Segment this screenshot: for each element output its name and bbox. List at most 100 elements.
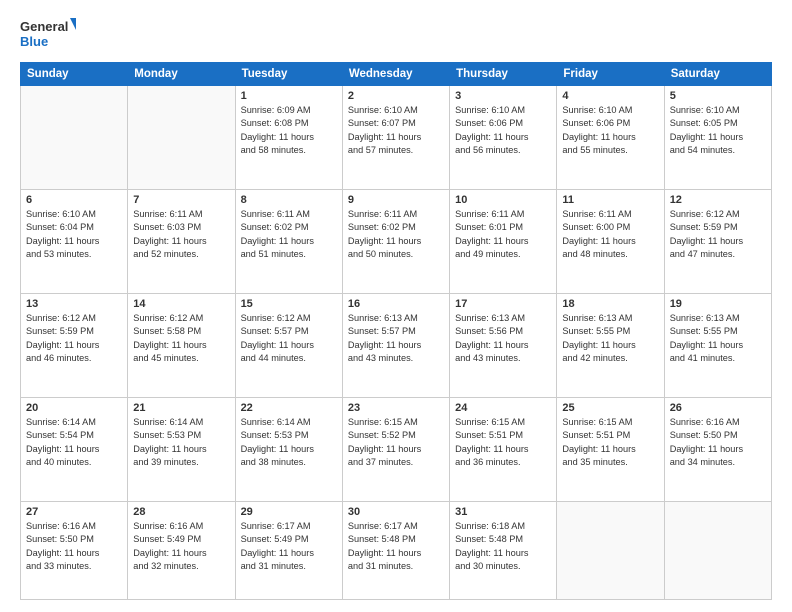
day-number: 16: [348, 298, 444, 310]
day-number: 29: [241, 506, 337, 518]
day-info: Sunrise: 6:17 AMSunset: 5:48 PMDaylight:…: [348, 520, 444, 573]
weekday-header-monday: Monday: [128, 63, 235, 86]
weekday-header-saturday: Saturday: [664, 63, 771, 86]
calendar-cell: 29 Sunrise: 6:17 AMSunset: 5:49 PMDayligh…: [235, 502, 342, 600]
calendar-cell: [664, 502, 771, 600]
calendar-cell: 2 Sunrise: 6:10 AMSunset: 6:07 PMDaylight…: [342, 86, 449, 190]
day-info: Sunrise: 6:11 AMSunset: 6:01 PMDaylight:…: [455, 208, 551, 261]
day-number: 13: [26, 298, 122, 310]
day-number: 4: [562, 90, 658, 102]
calendar-cell: 19Sunrise: 6:13 AMSunset: 5:55 PMDayligh…: [664, 294, 771, 398]
day-info: Sunrise: 6:14 AMSunset: 5:53 PMDaylight:…: [241, 416, 337, 469]
weekday-header-friday: Friday: [557, 63, 664, 86]
calendar-cell: [128, 86, 235, 190]
day-info: Sunrise: 6:16 AMSunset: 5:49 PMDaylight:…: [133, 520, 229, 573]
calendar-cell: 7 Sunrise: 6:11 AMSunset: 6:03 PMDaylight…: [128, 190, 235, 294]
calendar-cell: 30 Sunrise: 6:17 AMSunset: 5:48 PMDayligh…: [342, 502, 449, 600]
day-number: 5: [670, 90, 766, 102]
day-info: Sunrise: 6:12 AMSunset: 5:59 PMDaylight:…: [26, 312, 122, 365]
calendar-body: 1Sunrise: 6:09 AMSunset: 6:08 PMDaylight…: [21, 86, 772, 600]
day-info: Sunrise: 6:17 AMSunset: 5:49 PMDaylight:…: [241, 520, 337, 573]
weekday-header-thursday: Thursday: [450, 63, 557, 86]
day-info: Sunrise: 6:15 AMSunset: 5:51 PMDaylight:…: [562, 416, 658, 469]
calendar-week-1: 1Sunrise: 6:09 AMSunset: 6:08 PMDaylight…: [21, 86, 772, 190]
day-number: 25: [562, 402, 658, 414]
day-number: 8: [241, 194, 337, 206]
calendar-cell: 22 Sunrise: 6:14 AMSunset: 5:53 PMDayligh…: [235, 398, 342, 502]
calendar-cell: 23Sunrise: 6:15 AMSunset: 5:52 PMDayligh…: [342, 398, 449, 502]
calendar-cell: 31 Sunrise: 6:18 AMSunset: 5:48 PMDayligh…: [450, 502, 557, 600]
day-number: 21: [133, 402, 229, 414]
calendar-header-row: SundayMondayTuesdayWednesdayThursdayFrid…: [21, 63, 772, 86]
weekday-header-sunday: Sunday: [21, 63, 128, 86]
calendar-cell: 13 Sunrise: 6:12 AMSunset: 5:59 PMDayligh…: [21, 294, 128, 398]
calendar-cell: 4 Sunrise: 6:10 AMSunset: 6:06 PMDaylight…: [557, 86, 664, 190]
day-number: 18: [562, 298, 658, 310]
calendar-cell: 24 Sunrise: 6:15 AMSunset: 5:51 PMDayligh…: [450, 398, 557, 502]
day-number: 28: [133, 506, 229, 518]
day-info: Sunrise: 6:13 AMSunset: 5:57 PMDaylight:…: [348, 312, 444, 365]
day-number: 6: [26, 194, 122, 206]
calendar-cell: 27 Sunrise: 6:16 AMSunset: 5:50 PMDayligh…: [21, 502, 128, 600]
day-info: Sunrise: 6:11 AMSunset: 6:03 PMDaylight:…: [133, 208, 229, 261]
calendar-cell: 1Sunrise: 6:09 AMSunset: 6:08 PMDaylight…: [235, 86, 342, 190]
day-info: Sunrise: 6:18 AMSunset: 5:48 PMDaylight:…: [455, 520, 551, 573]
calendar-cell: 6 Sunrise: 6:10 AMSunset: 6:04 PMDaylight…: [21, 190, 128, 294]
calendar-cell: 18 Sunrise: 6:13 AMSunset: 5:55 PMDayligh…: [557, 294, 664, 398]
calendar-week-3: 13 Sunrise: 6:12 AMSunset: 5:59 PMDayligh…: [21, 294, 772, 398]
calendar-cell: 10 Sunrise: 6:11 AMSunset: 6:01 PMDayligh…: [450, 190, 557, 294]
day-info: Sunrise: 6:11 AMSunset: 6:02 PMDaylight:…: [241, 208, 337, 261]
calendar-cell: 16 Sunrise: 6:13 AMSunset: 5:57 PMDayligh…: [342, 294, 449, 398]
day-number: 2: [348, 90, 444, 102]
day-info: Sunrise: 6:10 AMSunset: 6:06 PMDaylight:…: [562, 104, 658, 157]
calendar-cell: [21, 86, 128, 190]
calendar-cell: 12 Sunrise: 6:12 AMSunset: 5:59 PMDayligh…: [664, 190, 771, 294]
calendar-cell: 3Sunrise: 6:10 AMSunset: 6:06 PMDaylight…: [450, 86, 557, 190]
day-info: Sunrise: 6:10 AMSunset: 6:07 PMDaylight:…: [348, 104, 444, 157]
calendar-cell: [557, 502, 664, 600]
day-info: Sunrise: 6:13 AMSunset: 5:56 PMDaylight:…: [455, 312, 551, 365]
calendar-cell: 14Sunrise: 6:12 AMSunset: 5:58 PMDayligh…: [128, 294, 235, 398]
calendar-cell: 17 Sunrise: 6:13 AMSunset: 5:56 PMDayligh…: [450, 294, 557, 398]
day-info: Sunrise: 6:12 AMSunset: 5:59 PMDaylight:…: [670, 208, 766, 261]
calendar-week-4: 20Sunrise: 6:14 AMSunset: 5:54 PMDayligh…: [21, 398, 772, 502]
day-info: Sunrise: 6:14 AMSunset: 5:53 PMDaylight:…: [133, 416, 229, 469]
day-number: 11: [562, 194, 658, 206]
calendar-cell: 8 Sunrise: 6:11 AMSunset: 6:02 PMDaylight…: [235, 190, 342, 294]
day-number: 9: [348, 194, 444, 206]
day-number: 12: [670, 194, 766, 206]
calendar-cell: 9 Sunrise: 6:11 AMSunset: 6:02 PMDaylight…: [342, 190, 449, 294]
calendar-cell: 26Sunrise: 6:16 AMSunset: 5:50 PMDayligh…: [664, 398, 771, 502]
day-info: Sunrise: 6:12 AMSunset: 5:58 PMDaylight:…: [133, 312, 229, 365]
day-number: 22: [241, 402, 337, 414]
day-info: Sunrise: 6:11 AMSunset: 6:00 PMDaylight:…: [562, 208, 658, 261]
day-info: Sunrise: 6:13 AMSunset: 5:55 PMDaylight:…: [562, 312, 658, 365]
calendar-week-2: 6 Sunrise: 6:10 AMSunset: 6:04 PMDaylight…: [21, 190, 772, 294]
svg-text:General: General: [20, 19, 68, 34]
day-number: 27: [26, 506, 122, 518]
day-number: 17: [455, 298, 551, 310]
day-number: 31: [455, 506, 551, 518]
calendar-cell: 20Sunrise: 6:14 AMSunset: 5:54 PMDayligh…: [21, 398, 128, 502]
page: General Blue SundayMondayTuesdayWednesda…: [0, 0, 792, 612]
calendar-cell: 25 Sunrise: 6:15 AMSunset: 5:51 PMDayligh…: [557, 398, 664, 502]
day-info: Sunrise: 6:16 AMSunset: 5:50 PMDaylight:…: [26, 520, 122, 573]
svg-text:Blue: Blue: [20, 34, 48, 49]
calendar-cell: 11 Sunrise: 6:11 AMSunset: 6:00 PMDayligh…: [557, 190, 664, 294]
day-number: 10: [455, 194, 551, 206]
day-number: 7: [133, 194, 229, 206]
day-info: Sunrise: 6:10 AMSunset: 6:04 PMDaylight:…: [26, 208, 122, 261]
logo: General Blue: [20, 16, 76, 52]
day-info: Sunrise: 6:11 AMSunset: 6:02 PMDaylight:…: [348, 208, 444, 261]
day-number: 20: [26, 402, 122, 414]
day-number: 3: [455, 90, 551, 102]
day-number: 15: [241, 298, 337, 310]
weekday-header-wednesday: Wednesday: [342, 63, 449, 86]
day-number: 24: [455, 402, 551, 414]
day-info: Sunrise: 6:09 AMSunset: 6:08 PMDaylight:…: [241, 104, 337, 157]
calendar-week-5: 27 Sunrise: 6:16 AMSunset: 5:50 PMDayligh…: [21, 502, 772, 600]
day-number: 23: [348, 402, 444, 414]
day-number: 30: [348, 506, 444, 518]
calendar-cell: 21 Sunrise: 6:14 AMSunset: 5:53 PMDayligh…: [128, 398, 235, 502]
day-info: Sunrise: 6:15 AMSunset: 5:51 PMDaylight:…: [455, 416, 551, 469]
